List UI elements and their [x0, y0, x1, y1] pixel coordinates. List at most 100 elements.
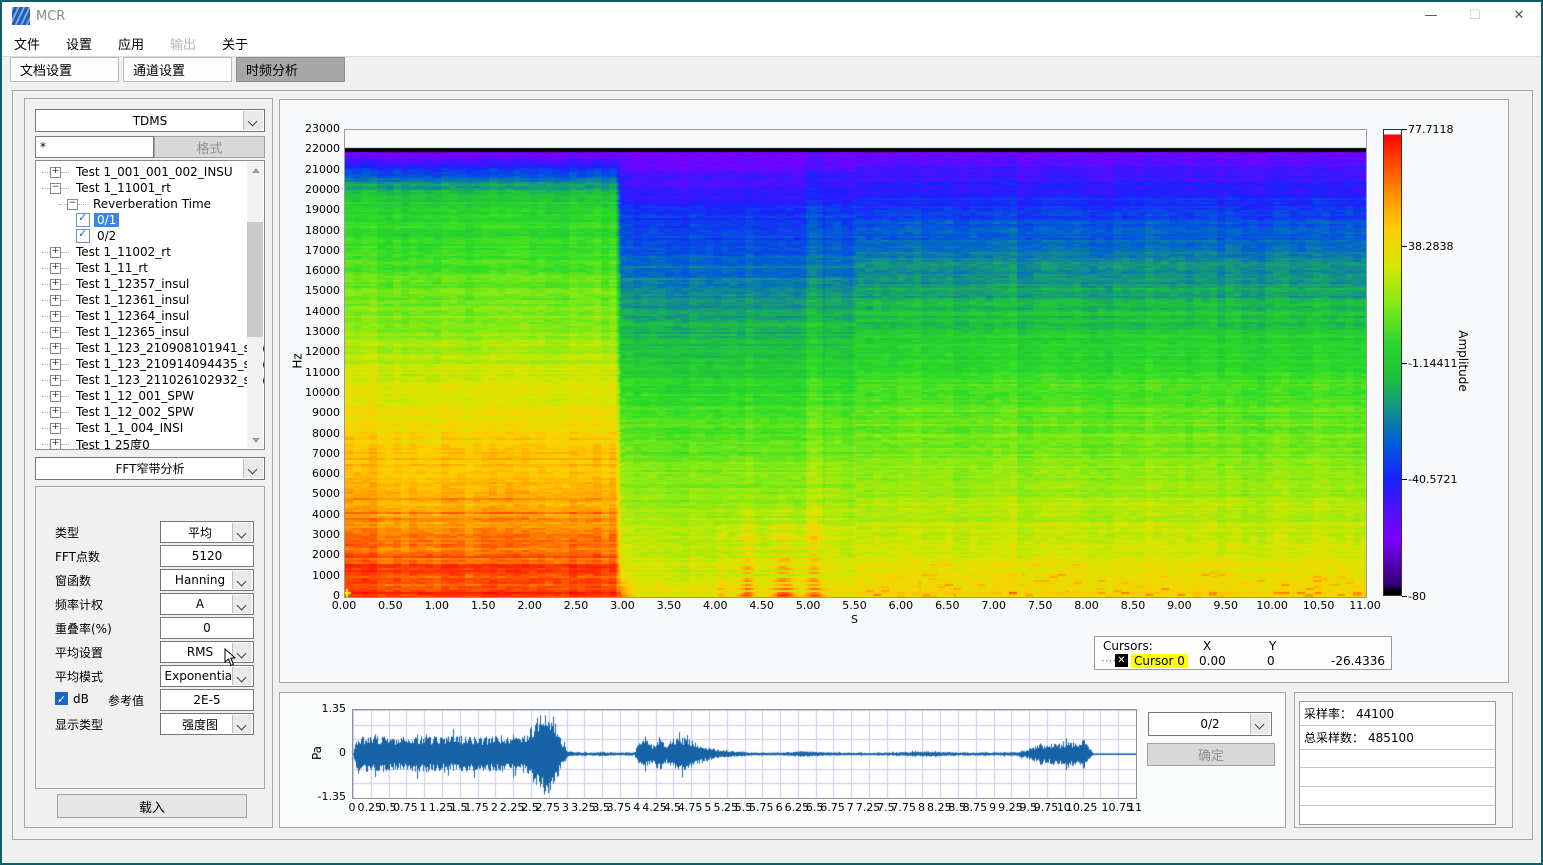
reference-value-input[interactable]: 2E-5	[160, 689, 254, 711]
tree-item-label[interactable]: Test 1_11001_rt	[73, 181, 174, 195]
setting-input[interactable]: 5120	[160, 545, 254, 567]
channel-select[interactable]: 0/2	[1148, 712, 1272, 736]
tree-item-label[interactable]: Test 1_12_001_SPW	[73, 389, 197, 403]
tree-item-label[interactable]: Reverberation Time	[90, 197, 214, 211]
tree-item[interactable]: + Test 1 25度0	[36, 436, 264, 450]
menu-settings[interactable]: 设置	[66, 34, 92, 53]
tree-item[interactable]: ✓ 0/2	[36, 228, 264, 244]
spec-x-tick: 3.50	[649, 599, 689, 612]
tree-item[interactable]: − Reverberation Time	[36, 196, 264, 212]
tab-channel-settings[interactable]: 通道设置	[123, 57, 232, 82]
chevron-down-icon[interactable]	[232, 715, 252, 733]
setting-select[interactable]: A	[160, 593, 254, 615]
tree-scrollbar[interactable]	[247, 162, 263, 448]
format-button[interactable]: 格式	[154, 136, 265, 158]
tree-item[interactable]: + Test 1_001_001_002_INSU	[36, 164, 264, 180]
menu-file[interactable]: 文件	[14, 34, 40, 53]
scrollbar-thumb[interactable]	[247, 222, 263, 337]
expand-icon[interactable]: +	[50, 263, 61, 274]
tree-item-label[interactable]: Test 1_001_001_002_INSU	[73, 165, 236, 179]
chevron-down-icon[interactable]	[232, 523, 252, 541]
confirm-button[interactable]: 确定	[1147, 743, 1275, 766]
title-bar: MCR — ☐ ✕	[2, 2, 1541, 30]
close-button[interactable]: ✕	[1497, 2, 1541, 30]
tree-item-label[interactable]: Test 1_123_210908101941_spw	[73, 341, 265, 355]
collapse-icon[interactable]: −	[67, 199, 78, 210]
tree-item-label[interactable]: Test 1_123_210914094435_spw	[73, 357, 265, 371]
cursor-crosshair-icon[interactable]: ✕	[1115, 654, 1128, 667]
tree-item[interactable]: + Test 1_12365_insul	[36, 324, 264, 340]
info-value: 44100	[1356, 707, 1394, 721]
collapse-icon[interactable]: −	[50, 183, 61, 194]
tree-item-label[interactable]: Test 1 25度0	[73, 436, 153, 451]
tree-item-label[interactable]: Test 1_12365_insul	[73, 325, 192, 339]
tree-item[interactable]: + Test 1_123_210908101941_spw	[36, 340, 264, 356]
db-checkbox[interactable]: ✓	[55, 692, 68, 705]
tree-item[interactable]: + Test 1_123_210914094435_spw	[36, 356, 264, 372]
tree-item[interactable]: + Test 1_1_004_INSI	[36, 420, 264, 436]
chevron-down-icon[interactable]	[1250, 714, 1270, 734]
chevron-down-icon[interactable]	[232, 571, 252, 589]
tree-connector	[61, 348, 69, 349]
checkbox-icon[interactable]: ✓	[76, 229, 90, 243]
tree-item-label[interactable]: 0/2	[94, 229, 119, 243]
tree-item-label[interactable]: Test 1_12364_insul	[73, 309, 192, 323]
setting-select[interactable]: Exponential	[160, 665, 254, 687]
expand-icon[interactable]: +	[50, 375, 61, 386]
expand-icon[interactable]: +	[50, 247, 61, 258]
minimize-button[interactable]: —	[1409, 2, 1453, 30]
chevron-down-icon[interactable]	[243, 459, 263, 478]
tree-item[interactable]: + Test 1_12361_insul	[36, 292, 264, 308]
cursor-name[interactable]: Cursor 0	[1131, 654, 1188, 668]
tree-item-label[interactable]: Test 1_12361_insul	[73, 293, 192, 307]
expand-icon[interactable]: +	[50, 391, 61, 402]
scroll-up-icon[interactable]	[247, 162, 263, 178]
expand-icon[interactable]: +	[50, 343, 61, 354]
tree-item-label[interactable]: Test 1_11_rt	[73, 261, 151, 275]
setting-select[interactable]: Hanning	[160, 569, 254, 591]
filter-input[interactable]: *	[35, 136, 154, 158]
tree-item-label[interactable]: Test 1_12357_insul	[73, 277, 192, 291]
tree-connector	[42, 396, 50, 397]
tab-time-frequency-analysis[interactable]: 时频分析	[236, 57, 345, 82]
tree-item[interactable]: + Test 1_12364_insul	[36, 308, 264, 324]
tree-item-label[interactable]: Test 1_123_211026102932_spw	[73, 373, 265, 387]
tree-item[interactable]: + Test 1_12_002_SPW	[36, 404, 264, 420]
tree-item[interactable]: ✓ 0/1	[36, 212, 264, 228]
load-button[interactable]: 载入	[57, 794, 247, 818]
setting-select[interactable]: 强度图	[160, 713, 254, 735]
expand-icon[interactable]: +	[50, 311, 61, 322]
spectrogram-plot[interactable]	[344, 129, 1367, 598]
menu-about[interactable]: 关于	[222, 34, 248, 53]
checkbox-icon[interactable]: ✓	[76, 213, 90, 227]
expand-icon[interactable]: +	[50, 359, 61, 370]
chevron-down-icon[interactable]	[243, 111, 263, 130]
tree-item[interactable]: + Test 1_11_rt	[36, 260, 264, 276]
menu-apply[interactable]: 应用	[118, 34, 144, 53]
tree-item-label[interactable]: Test 1_12_002_SPW	[73, 405, 197, 419]
tree-item[interactable]: + Test 1_123_211026102932_spw	[36, 372, 264, 388]
file-format-select[interactable]: TDMS	[35, 109, 265, 132]
expand-icon[interactable]: +	[50, 407, 61, 418]
expand-icon[interactable]: +	[50, 327, 61, 338]
tree-item[interactable]: − Test 1_11001_rt	[36, 180, 264, 196]
expand-icon[interactable]: +	[50, 423, 61, 434]
expand-icon[interactable]: +	[50, 439, 61, 450]
setting-input[interactable]: 0	[160, 617, 254, 639]
tree-item-label[interactable]: Test 1_11002_rt	[73, 245, 174, 259]
tree-item[interactable]: + Test 1_11002_rt	[36, 244, 264, 260]
tree-item-label[interactable]: 0/1	[94, 213, 119, 227]
tab-document-settings[interactable]: 文档设置	[10, 57, 119, 82]
tree-item-label[interactable]: Test 1_1_004_INSI	[73, 421, 186, 435]
scroll-down-icon[interactable]	[247, 432, 263, 448]
maximize-button[interactable]: ☐	[1453, 2, 1497, 30]
setting-select[interactable]: 平均	[160, 521, 254, 543]
tree-item[interactable]: + Test 1_12_001_SPW	[36, 388, 264, 404]
setting-select[interactable]: RMS	[160, 641, 254, 663]
expand-icon[interactable]: +	[50, 279, 61, 290]
expand-icon[interactable]: +	[50, 295, 61, 306]
expand-icon[interactable]: +	[50, 167, 61, 178]
tree-item[interactable]: + Test 1_12357_insul	[36, 276, 264, 292]
chevron-down-icon[interactable]	[232, 595, 252, 613]
analysis-type-select[interactable]: FFT窄带分析	[35, 457, 265, 480]
